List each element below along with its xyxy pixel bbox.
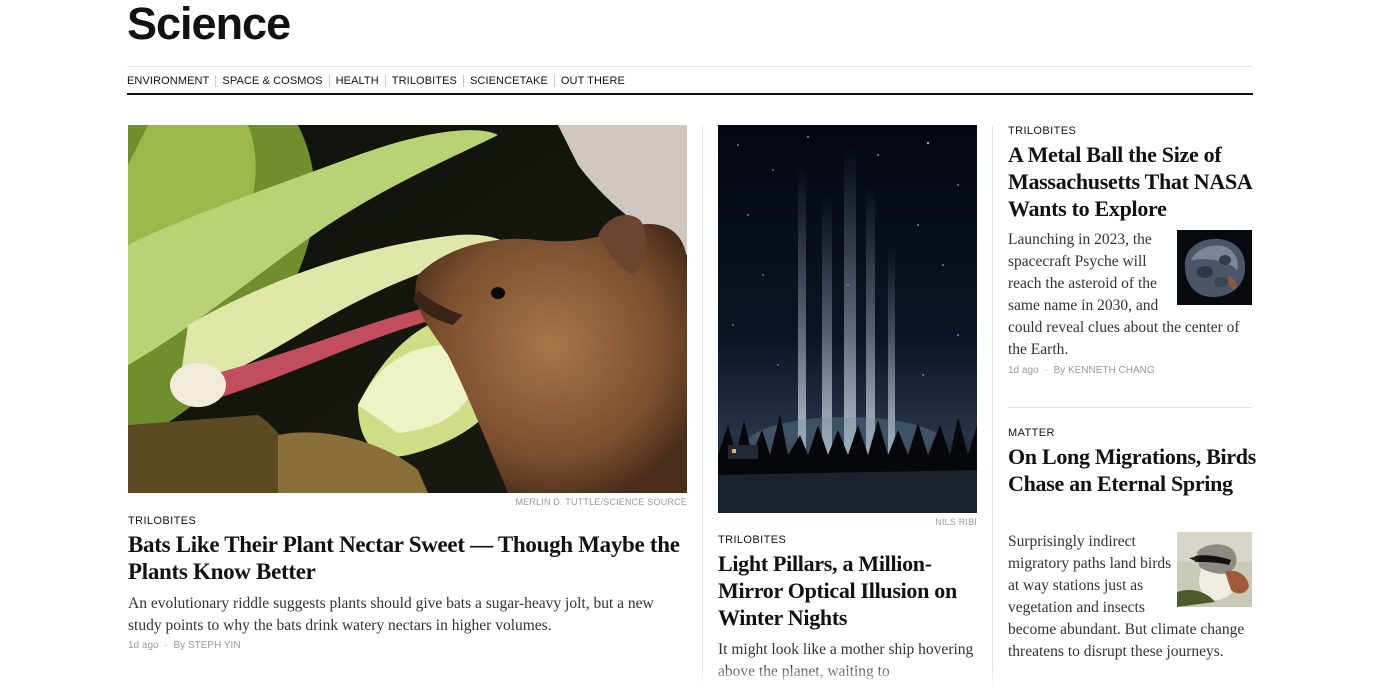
story-summary: Launching in 2023, the spacecraft Psyche… [1008, 229, 1252, 361]
story-kicker[interactable]: TRILOBITES [128, 515, 196, 527]
meta-separator: · [164, 640, 168, 651]
middle-story-image[interactable] [718, 125, 977, 513]
photo-credit: NILS RIBI [935, 517, 977, 527]
section-subnav: ENVIRONMENT SPACE & COSMOS HEALTH TRILOB… [127, 74, 631, 88]
story-byline: By STEPH YIN [173, 640, 241, 651]
right-story-headline[interactable]: On Long Migrations, Birds Chase an Etern… [1008, 443, 1258, 497]
middle-story-link[interactable]: Light Pillars, a Million-Mirror Optical … [718, 551, 957, 630]
thumbnail-spacer [1172, 531, 1252, 615]
right-story-headline[interactable]: A Metal Ball the Size of Massachusetts T… [1008, 141, 1258, 222]
bottom-fade [0, 665, 1374, 685]
meta-separator: · [1044, 365, 1048, 376]
right-story-link[interactable]: A Metal Ball the Size of Massachusetts T… [1008, 142, 1252, 221]
lead-story-link[interactable]: Bats Like Their Plant Nectar Sweet — Tho… [128, 532, 680, 584]
story-timestamp: 1d ago [1008, 365, 1039, 376]
story-summary: An evolutionary riddle suggests plants s… [128, 595, 654, 634]
lead-story-headline[interactable]: Bats Like Their Plant Nectar Sweet — Tho… [128, 531, 688, 585]
subnav-item-environment[interactable]: ENVIRONMENT [127, 75, 215, 87]
story-meta: 1d ago · By STEPH YIN [128, 640, 241, 651]
column-divider [702, 126, 703, 685]
subnav-item-health[interactable]: HEALTH [328, 75, 385, 87]
story-meta: 1d ago · By KENNETH CHANG [1008, 365, 1155, 376]
subnav-item-space-cosmos[interactable]: SPACE & COSMOS [215, 75, 328, 87]
thumbnail-spacer [1172, 229, 1252, 313]
subnav-item-trilobites[interactable]: TRILOBITES [384, 75, 463, 87]
story-timestamp: 1d ago [128, 640, 159, 651]
page-title[interactable]: Science [127, 0, 291, 52]
subnav-item-sciencetake[interactable]: SCIENCETAKE [462, 75, 554, 87]
subnav-item-out-there[interactable]: OUT THERE [553, 75, 631, 87]
subnav-rule [127, 93, 1253, 95]
story-byline: By KENNETH CHANG [1053, 365, 1155, 376]
story-summary: Surprisingly indirect migratory paths la… [1008, 531, 1252, 663]
story-kicker[interactable]: TRILOBITES [718, 534, 786, 546]
story-kicker[interactable]: MATTER [1008, 427, 1055, 439]
column-divider [992, 126, 993, 685]
story-divider [1008, 407, 1252, 408]
photo-credit: MERLIN D. TUTTLE/SCIENCE SOURCE [515, 497, 687, 507]
middle-story-headline[interactable]: Light Pillars, a Million-Mirror Optical … [718, 550, 988, 631]
story-kicker[interactable]: TRILOBITES [1008, 125, 1076, 137]
header-divider [127, 66, 1253, 67]
lead-story-image[interactable] [128, 125, 687, 493]
right-story-link[interactable]: On Long Migrations, Birds Chase an Etern… [1008, 444, 1256, 496]
